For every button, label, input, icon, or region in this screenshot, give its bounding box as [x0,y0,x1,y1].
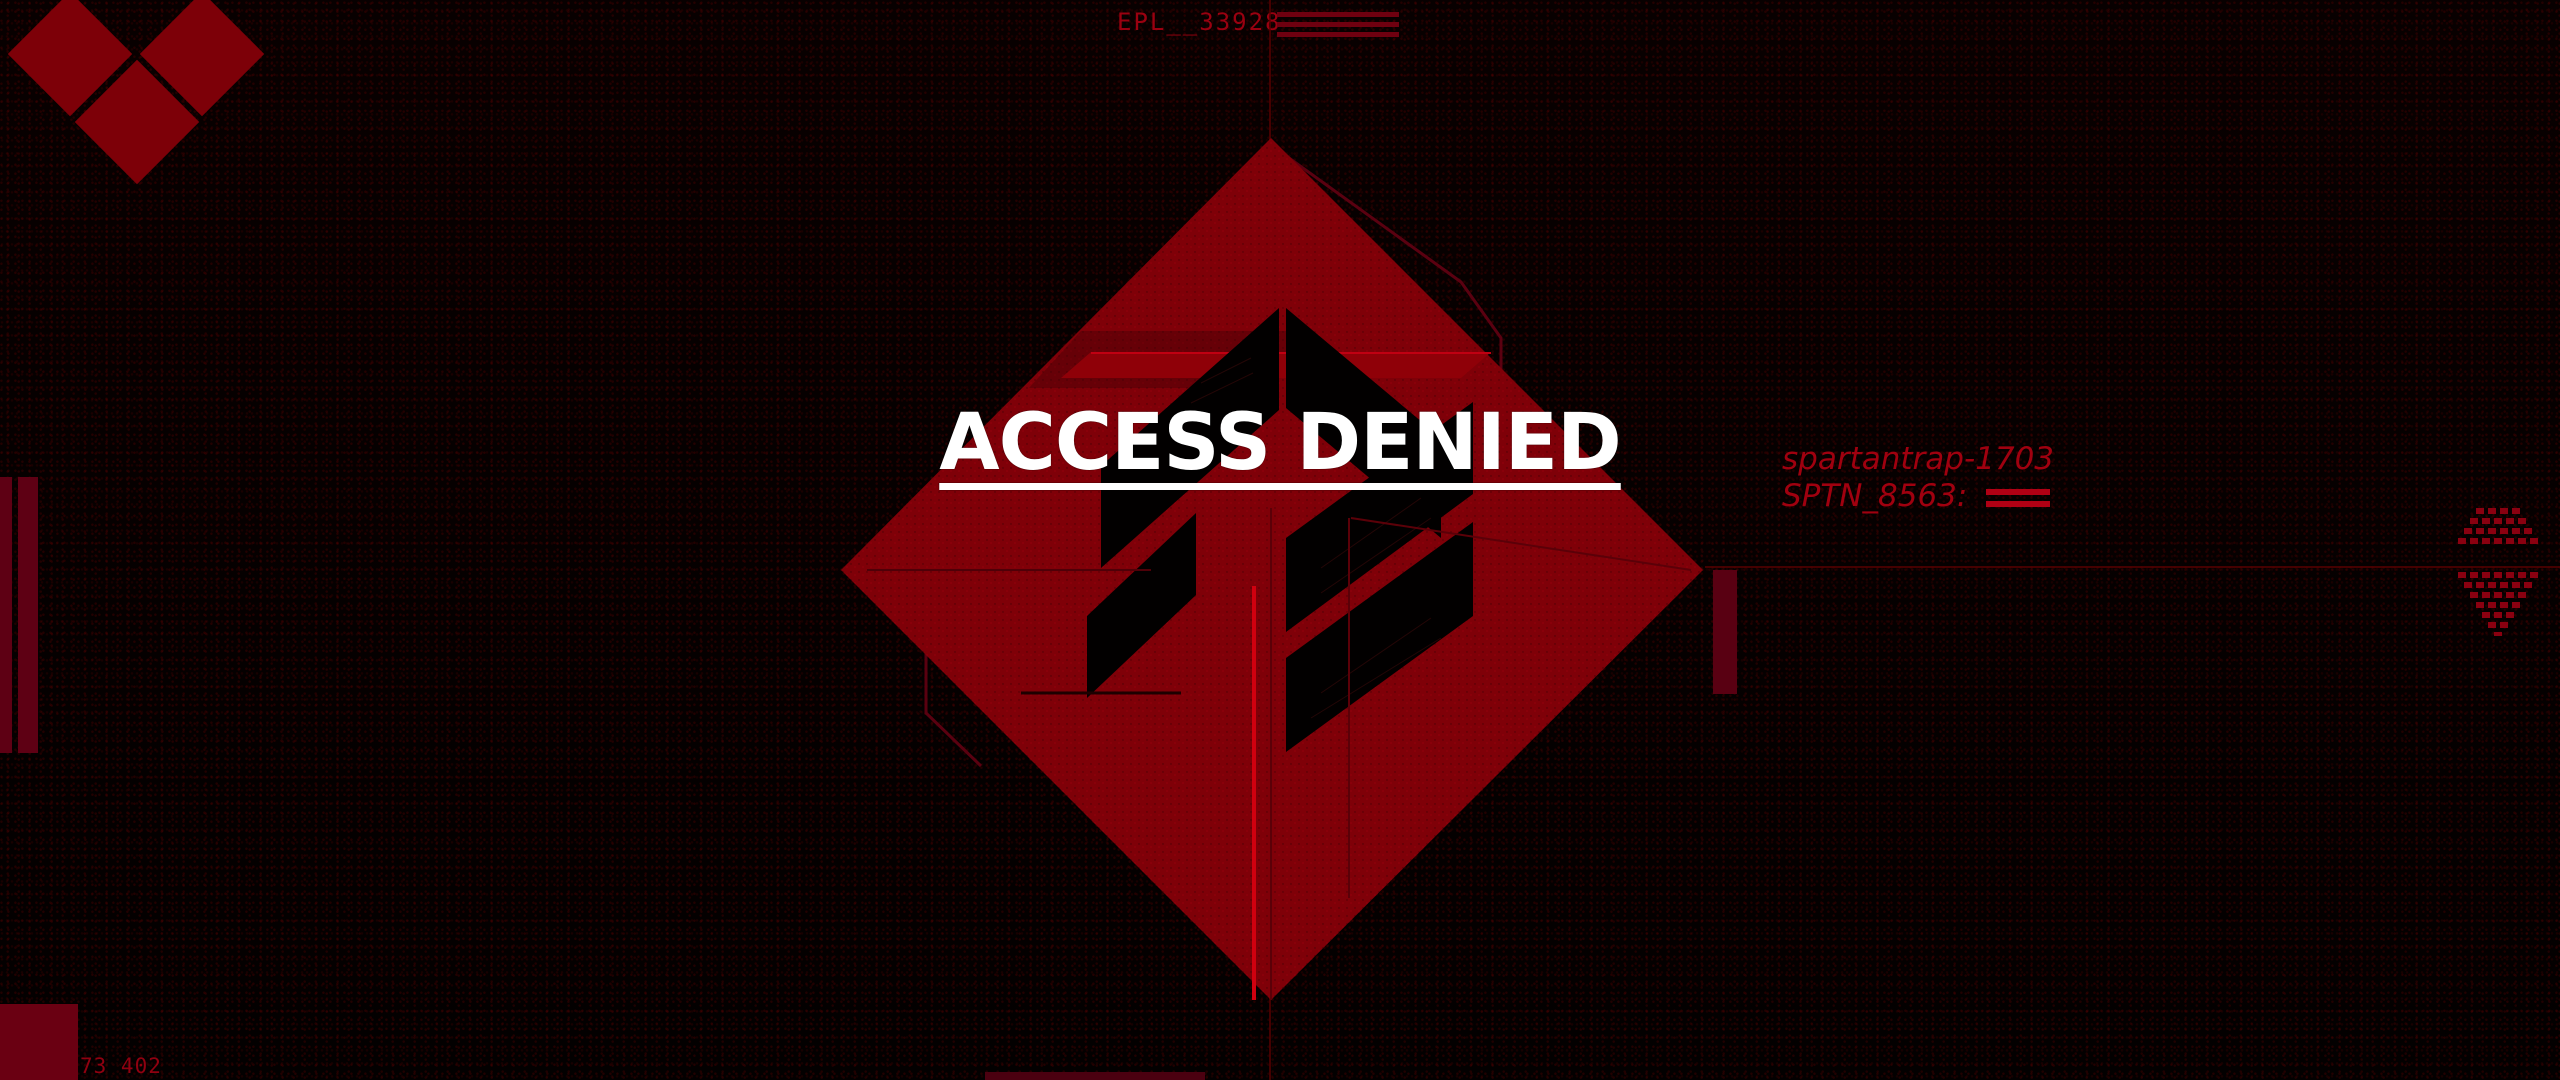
bottom-center-bar [985,1072,1205,1080]
trap-status-bars [1986,489,2050,511]
access-denied-heading: ACCESS DENIED [0,404,2560,482]
left-side-bar [0,477,12,753]
horizontal-guide-line [1705,566,2560,568]
top-status-bars [1277,12,1399,40]
bottom-system-code: 73 402 [80,1054,162,1078]
trap-label: spartantrap-1703 [1782,441,2055,477]
diamond-cluster-icon [0,0,280,210]
left-side-bar-secondary [18,477,38,753]
trap-code: SPTN_8563: [1782,478,1968,514]
right-marker-bar [1713,570,1737,694]
access-denied-text: ACCESS DENIED [939,398,1621,488]
hex-dot-grid-icon [2458,508,2538,636]
top-system-code: EPL__33928 [1117,8,1282,36]
spartan-lambda-emblem-icon [841,138,1703,1000]
bottom-left-block [0,1004,78,1080]
